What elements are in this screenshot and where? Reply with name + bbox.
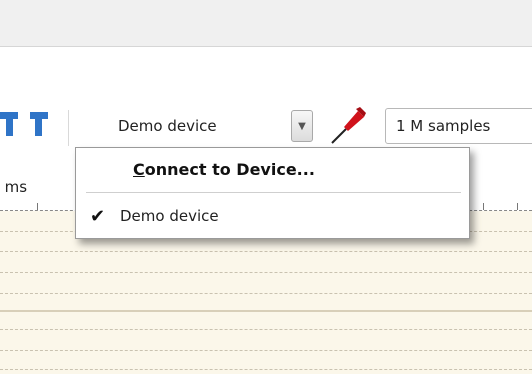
- device-dropdown-button[interactable]: ▼: [291, 110, 313, 142]
- menu-item-demo-device[interactable]: ✔ Demo device: [76, 200, 469, 234]
- channel-divider: [0, 310, 532, 312]
- sample-count-select[interactable]: 1 M samples: [385, 108, 532, 144]
- ruler-tick: [37, 203, 38, 210]
- dropdown-arrow-icon: ▼: [298, 120, 306, 132]
- device-select-label[interactable]: Demo device: [118, 117, 217, 135]
- ruler-time-label: ) ms: [0, 178, 28, 196]
- cursor-pair-icon[interactable]: [0, 110, 64, 150]
- grid-line: [0, 251, 532, 252]
- toolbar-separator: [68, 110, 69, 146]
- title-band: [0, 0, 532, 47]
- ruler-tick: [483, 203, 484, 210]
- grid-line: [0, 350, 532, 351]
- checkmark-icon: ✔: [90, 206, 106, 227]
- grid-line: [0, 293, 532, 294]
- probe-icon-graphic: [331, 107, 366, 144]
- grid-line: [0, 329, 532, 330]
- menu-separator: [86, 192, 461, 193]
- menu-mnemonic: C: [133, 160, 145, 179]
- connect-to-device-menu-item[interactable]: Connect to Device...: [133, 160, 315, 179]
- device-dropdown-menu: Connect to Device... ✔ Demo device: [75, 147, 470, 239]
- connect-rest: onnect to Device...: [144, 160, 315, 179]
- grid-line: [0, 369, 532, 370]
- grid-line: [0, 272, 532, 273]
- cursor-pair-icon-graphic: [0, 112, 48, 136]
- probe-icon[interactable]: [326, 105, 370, 153]
- ruler-tick: [517, 203, 518, 210]
- menu-item-label: Demo device: [120, 207, 219, 225]
